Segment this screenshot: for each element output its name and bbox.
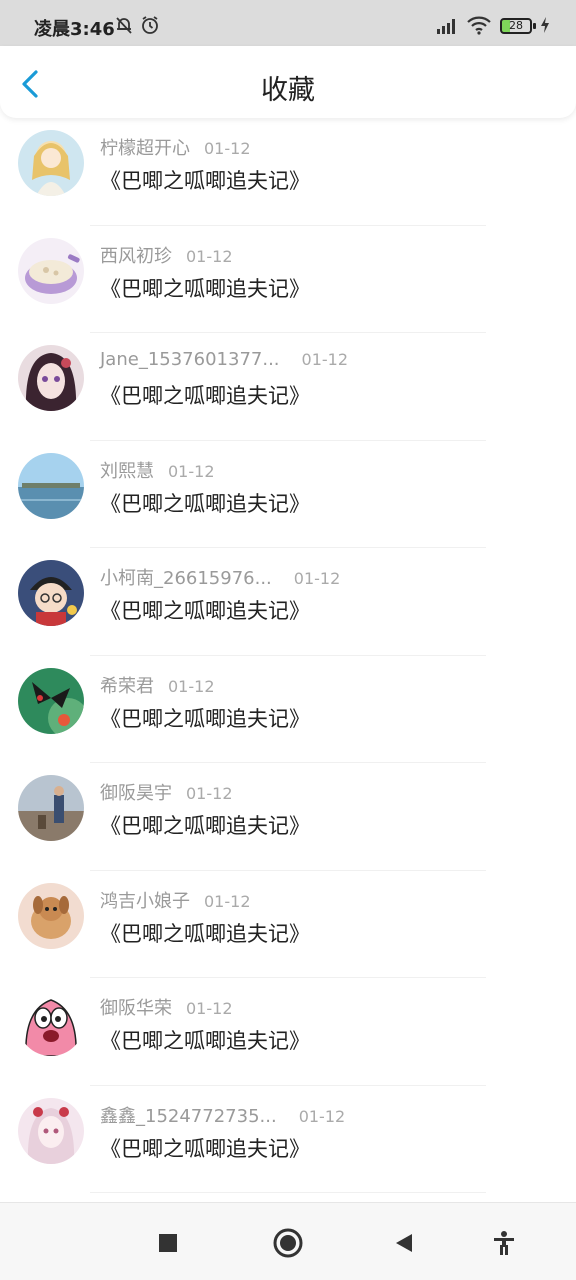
avatar[interactable] xyxy=(18,560,84,626)
list-item[interactable]: 鸿吉小娘子 01-12 《巴唧之呱唧追夫记》 xyxy=(0,871,576,978)
accessibility-icon[interactable] xyxy=(486,1225,522,1261)
divider xyxy=(90,1192,486,1193)
battery-icon: 28 xyxy=(500,18,532,34)
list-item[interactable]: 小柯南_26615976... 01-12 《巴唧之呱唧追夫记》 xyxy=(0,548,576,656)
item-title: 《巴唧之呱唧追夫记》 xyxy=(100,599,310,623)
avatar[interactable] xyxy=(18,667,84,734)
list-item[interactable]: 御阪华荣 01-12 《巴唧之呱唧追夫记》 xyxy=(0,978,576,1086)
avatar[interactable] xyxy=(18,130,84,196)
page-title: 收藏 xyxy=(261,75,315,106)
item-title: 《巴唧之呱唧追夫记》 xyxy=(100,1136,310,1161)
item-date: 01-12 xyxy=(186,784,233,803)
status-bar: 凌晨3:46 28 xyxy=(0,0,576,46)
header: 收藏 xyxy=(0,46,576,118)
item-date: 01-12 xyxy=(204,139,251,158)
item-title: 《巴唧之呱唧追夫记》 xyxy=(100,491,310,516)
list-item[interactable]: 鑫鑫_1524772735... 01-12 《巴唧之呱唧追夫记》 xyxy=(0,1086,576,1193)
user-name: 小柯南_26615976... xyxy=(100,568,272,589)
item-title: 《巴唧之呱唧追夫记》 xyxy=(100,1029,310,1053)
user-name: 希荣君 xyxy=(100,675,154,697)
triangle-back-icon[interactable] xyxy=(386,1225,422,1261)
item-title: 《巴唧之呱唧追夫记》 xyxy=(100,169,310,193)
item-date: 01-12 xyxy=(301,350,349,369)
list-item[interactable]: 西风初珍 01-12 《巴唧之呱唧追夫记》 xyxy=(0,226,576,333)
square-recent-icon[interactable] xyxy=(150,1225,186,1261)
item-title: 《巴唧之呱唧追夫记》 xyxy=(100,276,310,301)
avatar[interactable] xyxy=(18,452,84,519)
user-name: 西风初珍 xyxy=(100,245,172,267)
bell-muted-icon xyxy=(114,14,134,36)
favorites-list: 柠檬超开心 01-12 《巴唧之呱唧追夫记》 西风初珍 01-12 《巴唧之呱唧追夫… xyxy=(0,118,576,1193)
signal-icon xyxy=(436,14,460,36)
user-name: 刘熙慧 xyxy=(100,460,154,482)
item-date: 01-12 xyxy=(293,569,341,588)
item-date: 01-12 xyxy=(168,676,215,696)
user-name: 柠檬超开心 xyxy=(100,138,190,159)
item-title: 《巴唧之呱唧追夫记》 xyxy=(100,814,310,838)
wifi-icon xyxy=(466,14,492,36)
item-title: 《巴唧之呱唧追夫记》 xyxy=(100,706,310,731)
item-date: 01-12 xyxy=(186,246,233,266)
charging-bolt-icon xyxy=(539,14,551,36)
list-item[interactable]: Jane_1537601377... 01-12 《巴唧之呱唧追夫记》 xyxy=(0,333,576,441)
item-date: 01-12 xyxy=(204,891,251,911)
avatar[interactable] xyxy=(18,882,84,949)
user-name: 鑫鑫_1524772735... xyxy=(100,1105,277,1127)
item-title: 《巴唧之呱唧追夫记》 xyxy=(100,384,310,408)
avatar[interactable] xyxy=(18,1097,84,1164)
list-item[interactable]: 刘熙慧 01-12 《巴唧之呱唧追夫记》 xyxy=(0,441,576,548)
item-date: 01-12 xyxy=(298,1106,346,1126)
item-title: 《巴唧之呱唧追夫记》 xyxy=(100,921,310,946)
list-item[interactable]: 御阪昊宇 01-12 《巴唧之呱唧追夫记》 xyxy=(0,763,576,871)
list-item[interactable]: 柠檬超开心 01-12 《巴唧之呱唧追夫记》 xyxy=(0,118,576,226)
avatar[interactable] xyxy=(18,345,84,411)
user-name: 御阪昊宇 xyxy=(100,783,172,804)
system-nav-bar xyxy=(0,1202,576,1280)
user-name: Jane_1537601377... xyxy=(100,349,280,370)
user-name: 鸿吉小娘子 xyxy=(100,890,190,912)
alarm-icon xyxy=(140,14,160,36)
battery-tip xyxy=(533,23,536,29)
status-time: 凌晨3:46 xyxy=(34,19,115,40)
item-date: 01-12 xyxy=(186,999,233,1018)
list-item[interactable]: 希荣君 01-12 《巴唧之呱唧追夫记》 xyxy=(0,656,576,763)
avatar[interactable] xyxy=(18,775,84,841)
item-date: 01-12 xyxy=(168,461,215,481)
avatar[interactable] xyxy=(18,237,84,304)
avatar[interactable] xyxy=(18,990,84,1056)
circle-home-icon[interactable] xyxy=(270,1225,306,1261)
user-name: 御阪华荣 xyxy=(100,998,172,1019)
